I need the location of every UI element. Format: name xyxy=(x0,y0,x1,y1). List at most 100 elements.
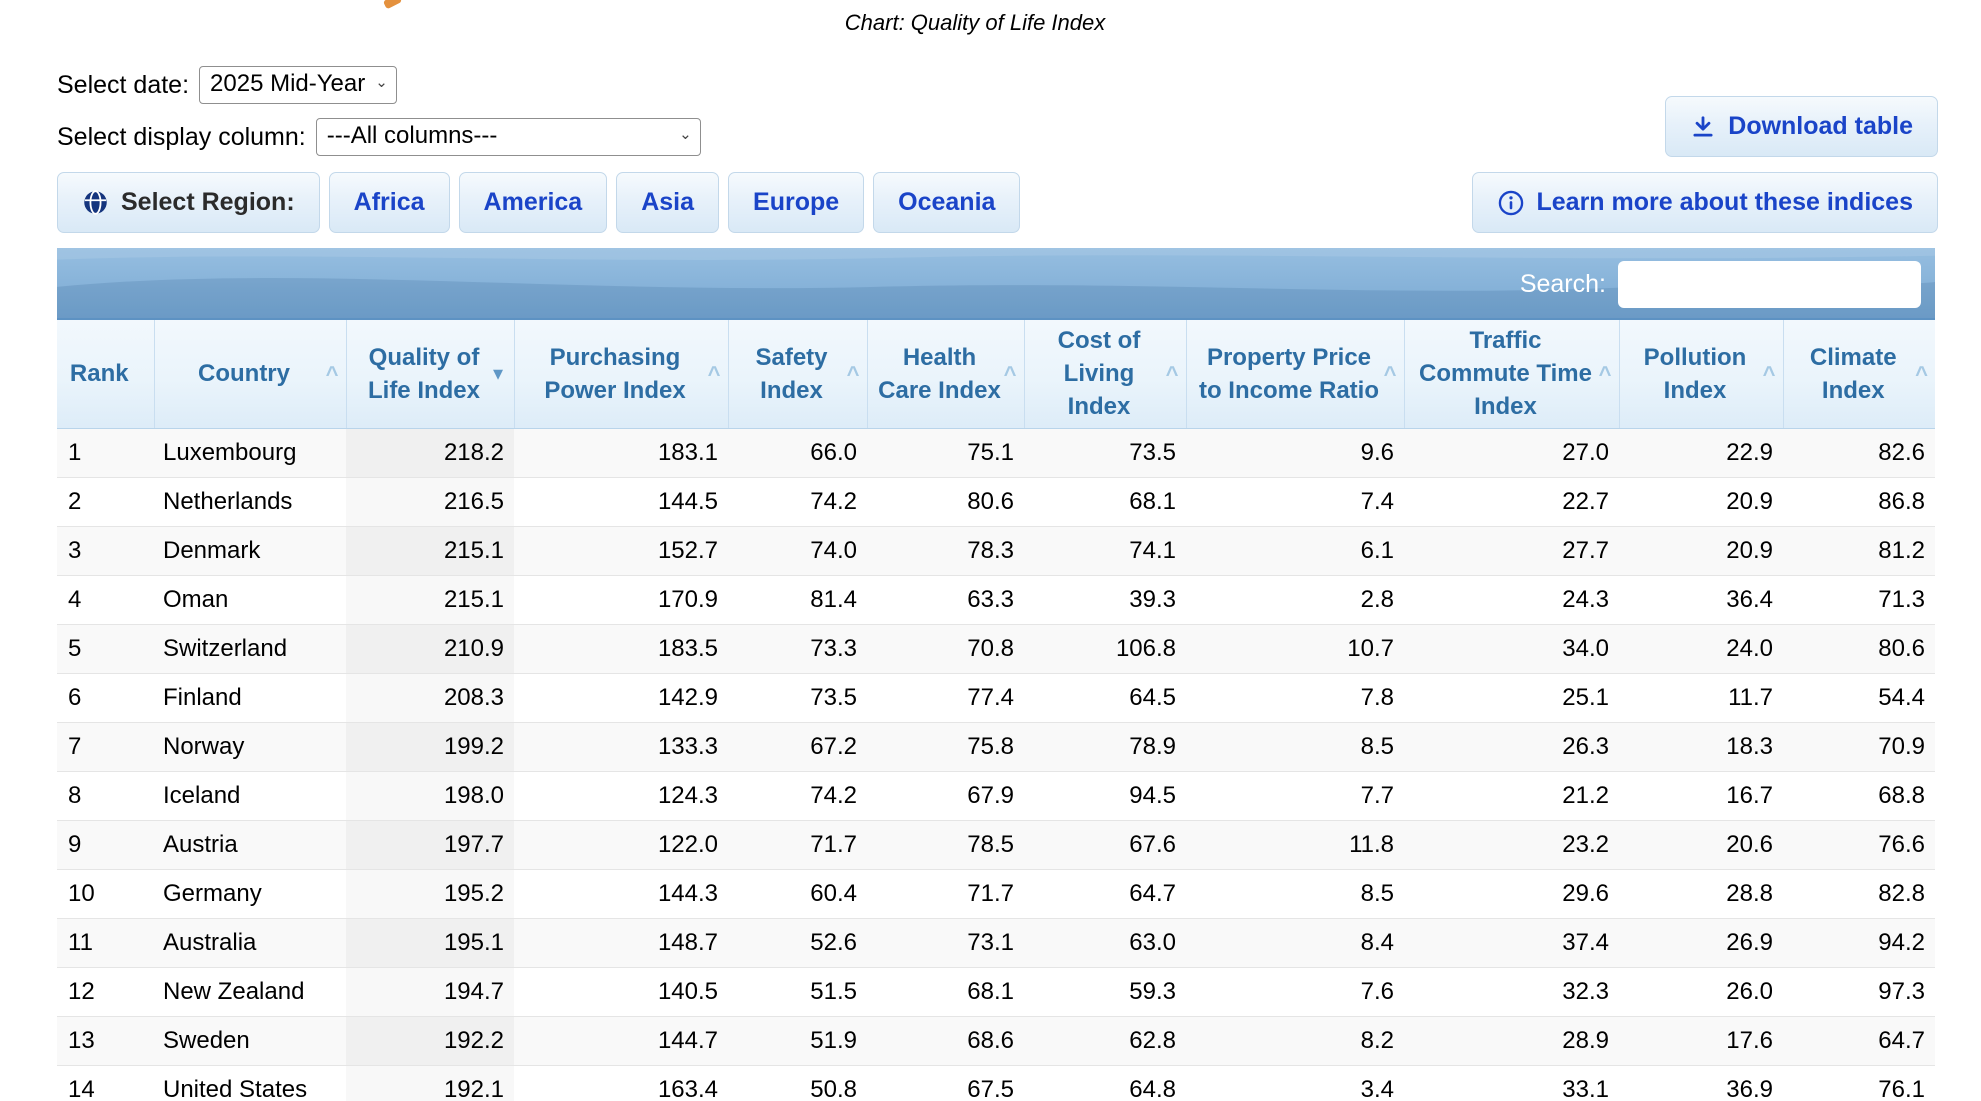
value-cell: 36.4 xyxy=(1619,575,1783,624)
search-area: Search: xyxy=(1520,248,1921,320)
chevron-down-icon: ⌄ xyxy=(375,75,388,90)
value-cell: 11.7 xyxy=(1619,673,1783,722)
value-cell: 7.6 xyxy=(1186,967,1404,1016)
value-cell: 122.0 xyxy=(514,820,728,869)
value-cell: 8.2 xyxy=(1186,1016,1404,1065)
column-label: Traffic Commute Time Index xyxy=(1419,327,1592,420)
column-header-safety-index[interactable]: Safety Index^ xyxy=(728,320,867,428)
column-header-traffic-commute-time-index[interactable]: Traffic Commute Time Index^ xyxy=(1404,320,1619,428)
logo-fragment xyxy=(383,0,402,9)
region-button-europe[interactable]: Europe xyxy=(728,172,864,233)
region-button-asia[interactable]: Asia xyxy=(616,172,719,233)
country-cell: Netherlands xyxy=(154,477,346,526)
table-row: 9Austria197.7122.071.778.567.611.823.220… xyxy=(57,820,1935,869)
region-button-america[interactable]: America xyxy=(459,172,608,233)
value-cell: 62.8 xyxy=(1024,1016,1186,1065)
value-cell: 197.7 xyxy=(346,820,514,869)
value-cell: 208.3 xyxy=(346,673,514,722)
value-cell: 142.9 xyxy=(514,673,728,722)
value-cell: 59.3 xyxy=(1024,967,1186,1016)
country-cell: Switzerland xyxy=(154,624,346,673)
rank-cell: 10 xyxy=(57,869,154,918)
value-cell: 50.8 xyxy=(728,1065,867,1101)
column-header-property-price-to-income-ratio[interactable]: Property Price to Income Ratio^ xyxy=(1186,320,1404,428)
column-header-purchasing-power-index[interactable]: Purchasing Power Index^ xyxy=(514,320,728,428)
value-cell: 71.3 xyxy=(1783,575,1935,624)
table-row: 4Oman215.1170.981.463.339.32.824.336.471… xyxy=(57,575,1935,624)
column-header-health-care-index[interactable]: Health Care Index^ xyxy=(867,320,1024,428)
download-label: Download table xyxy=(1728,112,1913,141)
value-cell: 64.7 xyxy=(1024,869,1186,918)
value-cell: 215.1 xyxy=(346,575,514,624)
search-input[interactable] xyxy=(1618,261,1921,308)
value-cell: 18.3 xyxy=(1619,722,1783,771)
value-cell: 73.1 xyxy=(867,918,1024,967)
value-cell: 73.3 xyxy=(728,624,867,673)
table-row: 6Finland208.3142.973.577.464.57.825.111.… xyxy=(57,673,1935,722)
value-cell: 3.4 xyxy=(1186,1065,1404,1101)
sort-asc-icon: ^ xyxy=(1599,357,1612,390)
date-select[interactable]: 2025 Mid-Year ⌄ xyxy=(199,66,397,104)
value-cell: 68.6 xyxy=(867,1016,1024,1065)
rank-cell: 9 xyxy=(57,820,154,869)
country-cell: Denmark xyxy=(154,526,346,575)
column-label: Country xyxy=(198,360,290,387)
value-cell: 144.5 xyxy=(514,477,728,526)
value-cell: 64.5 xyxy=(1024,673,1186,722)
select-region-label: Select Region: xyxy=(121,188,295,217)
sort-asc-icon: ^ xyxy=(1004,357,1017,390)
column-select-label: Select display column: xyxy=(57,123,306,152)
value-cell: 29.6 xyxy=(1404,869,1619,918)
rank-cell: 11 xyxy=(57,918,154,967)
value-cell: 8.5 xyxy=(1186,722,1404,771)
sort-asc-icon: ^ xyxy=(1763,357,1776,390)
table-header-band: Search: xyxy=(57,248,1935,320)
region-buttons-row: Select Region: AfricaAmericaAsiaEuropeOc… xyxy=(57,172,1020,233)
value-cell: 75.8 xyxy=(867,722,1024,771)
value-cell: 77.4 xyxy=(867,673,1024,722)
column-header-quality-of-life-index[interactable]: Quality of Life Index▼ xyxy=(346,320,514,428)
column-header-country[interactable]: Country^ xyxy=(154,320,346,428)
region-button-oceania[interactable]: Oceania xyxy=(873,172,1020,233)
value-cell: 32.3 xyxy=(1404,967,1619,1016)
table-body: 1Luxembourg218.2183.166.075.173.59.627.0… xyxy=(57,428,1935,1101)
value-cell: 8.5 xyxy=(1186,869,1404,918)
data-table: RankCountry^Quality of Life Index▼Purcha… xyxy=(57,320,1935,1101)
region-button-africa[interactable]: Africa xyxy=(329,172,450,233)
table-row: 10Germany195.2144.360.471.764.78.529.628… xyxy=(57,869,1935,918)
value-cell: 20.9 xyxy=(1619,477,1783,526)
value-cell: 20.9 xyxy=(1619,526,1783,575)
table-row: 8Iceland198.0124.374.267.994.57.721.216.… xyxy=(57,771,1935,820)
column-header-climate-index[interactable]: Climate Index^ xyxy=(1783,320,1935,428)
select-region-button[interactable]: Select Region: xyxy=(57,172,320,233)
value-cell: 82.6 xyxy=(1783,428,1935,477)
country-cell: Luxembourg xyxy=(154,428,346,477)
search-label: Search: xyxy=(1520,270,1606,299)
table-row: 13Sweden192.2144.751.968.662.88.228.917.… xyxy=(57,1016,1935,1065)
value-cell: 140.5 xyxy=(514,967,728,1016)
value-cell: 94.2 xyxy=(1783,918,1935,967)
value-cell: 66.0 xyxy=(728,428,867,477)
value-cell: 78.9 xyxy=(1024,722,1186,771)
value-cell: 7.7 xyxy=(1186,771,1404,820)
value-cell: 54.4 xyxy=(1783,673,1935,722)
country-cell: Finland xyxy=(154,673,346,722)
value-cell: 68.8 xyxy=(1783,771,1935,820)
country-cell: Sweden xyxy=(154,1016,346,1065)
country-cell: Germany xyxy=(154,869,346,918)
rank-cell: 7 xyxy=(57,722,154,771)
value-cell: 194.7 xyxy=(346,967,514,1016)
column-header-pollution-index[interactable]: Pollution Index^ xyxy=(1619,320,1783,428)
value-cell: 37.4 xyxy=(1404,918,1619,967)
value-cell: 86.8 xyxy=(1783,477,1935,526)
value-cell: 75.1 xyxy=(867,428,1024,477)
column-header-rank[interactable]: Rank xyxy=(57,320,154,428)
rank-cell: 4 xyxy=(57,575,154,624)
column-header-cost-of-living-index[interactable]: Cost of Living Index^ xyxy=(1024,320,1186,428)
value-cell: 195.1 xyxy=(346,918,514,967)
value-cell: 6.1 xyxy=(1186,526,1404,575)
download-table-button[interactable]: Download table xyxy=(1665,96,1938,157)
learn-more-button[interactable]: Learn more about these indices xyxy=(1472,172,1939,233)
column-label: Quality of Life Index xyxy=(368,344,480,404)
column-select[interactable]: ---All columns--- ⌄ xyxy=(316,118,701,156)
